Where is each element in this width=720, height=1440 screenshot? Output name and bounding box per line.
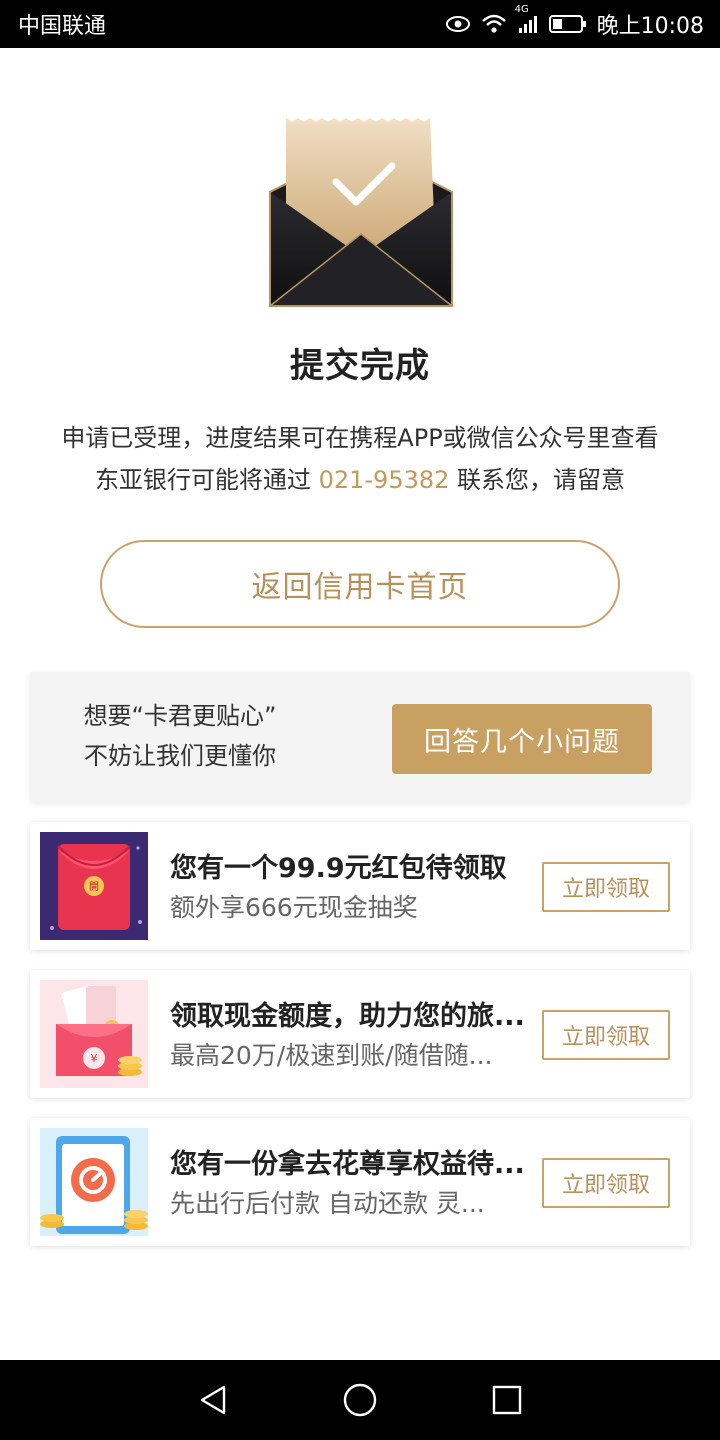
answer-questions-button[interactable]: 回答几个小问题	[392, 704, 652, 774]
eye-icon	[445, 15, 471, 33]
back-icon[interactable]	[183, 1370, 243, 1430]
survey-text: 想要“卡君更贴心” 不妨让我们更懂你	[70, 696, 290, 776]
signal-icon: 4G	[515, 4, 539, 34]
status-icons: 4G 晚上10:08	[445, 4, 704, 40]
home-icon[interactable]	[330, 1370, 390, 1430]
page-title: 提交完成	[290, 346, 430, 386]
phone-coins-icon	[40, 1128, 148, 1236]
offer-subtitle: 最高20万/极速到账/随借随...	[170, 1041, 493, 1070]
phone-number-link[interactable]: 021-95382	[319, 466, 450, 494]
clock: 晚上10:08	[596, 14, 704, 39]
survey-line-2: 不妨让我们更懂你	[84, 742, 276, 770]
claim-button[interactable]: 立即领取	[542, 862, 670, 912]
system-nav-bar	[0, 1360, 720, 1440]
offer-subtitle: 额外享666元现金抽奖	[170, 893, 418, 922]
network-label: 4G	[514, 4, 529, 15]
claim-button[interactable]: 立即领取	[542, 1158, 670, 1208]
offer-title: 领取现金额度，助力您的旅...	[170, 1001, 525, 1032]
survey-line-1: 想要“卡君更贴心”	[83, 702, 277, 730]
offer-title: 您有一份拿去花尊享权益待...	[170, 1149, 525, 1180]
offer-card-red-envelope[interactable]: 開 您有一个99.9元红包待领取 额外享666元现金抽奖 立即领取	[30, 822, 690, 950]
wifi-icon	[481, 14, 507, 34]
svg-text:¥: ¥	[91, 1052, 98, 1065]
description-prefix: 东亚银行可能将通过	[94, 466, 319, 494]
recents-icon[interactable]	[477, 1370, 537, 1430]
red-envelope-icon: 開	[40, 832, 148, 940]
wallet-coins-icon: ¥	[40, 980, 148, 1088]
offer-card-naquhua[interactable]: 您有一份拿去花尊享权益待... 先出行后付款 自动还款 灵... 立即领取	[30, 1118, 690, 1246]
return-home-button[interactable]: 返回信用卡首页	[100, 540, 620, 628]
carrier-label: 中国联通	[18, 14, 107, 39]
main-content: 提交完成 申请已受理，进度结果可在携程APP或微信公众号里查看 东亚银行可能将通…	[0, 48, 720, 1360]
offer-title: 您有一个99.9元红包待领取	[170, 853, 507, 884]
description-line-2: 东亚银行可能将通过 021-95382 联系您，请留意	[0, 460, 720, 495]
svg-text:開: 開	[89, 881, 99, 893]
battery-icon	[548, 14, 587, 34]
offer-subtitle: 先出行后付款 自动还款 灵...	[170, 1189, 485, 1218]
status-bar: 中国联通 4G 晚上10:08	[0, 0, 720, 48]
envelope-check-icon	[267, 116, 455, 312]
claim-button[interactable]: 立即领取	[542, 1010, 670, 1060]
survey-banner: 想要“卡君更贴心” 不妨让我们更懂你 回答几个小问题	[30, 672, 690, 802]
offer-card-cash-credit[interactable]: ¥ 领取现金额度，助力您的旅... 最高20万/极速到账/随借随... 立即领取	[30, 970, 690, 1098]
description-suffix: 联系您，请留意	[449, 466, 626, 494]
description-line-1: 申请已受理，进度结果可在携程APP或微信公众号里查看	[61, 424, 659, 452]
